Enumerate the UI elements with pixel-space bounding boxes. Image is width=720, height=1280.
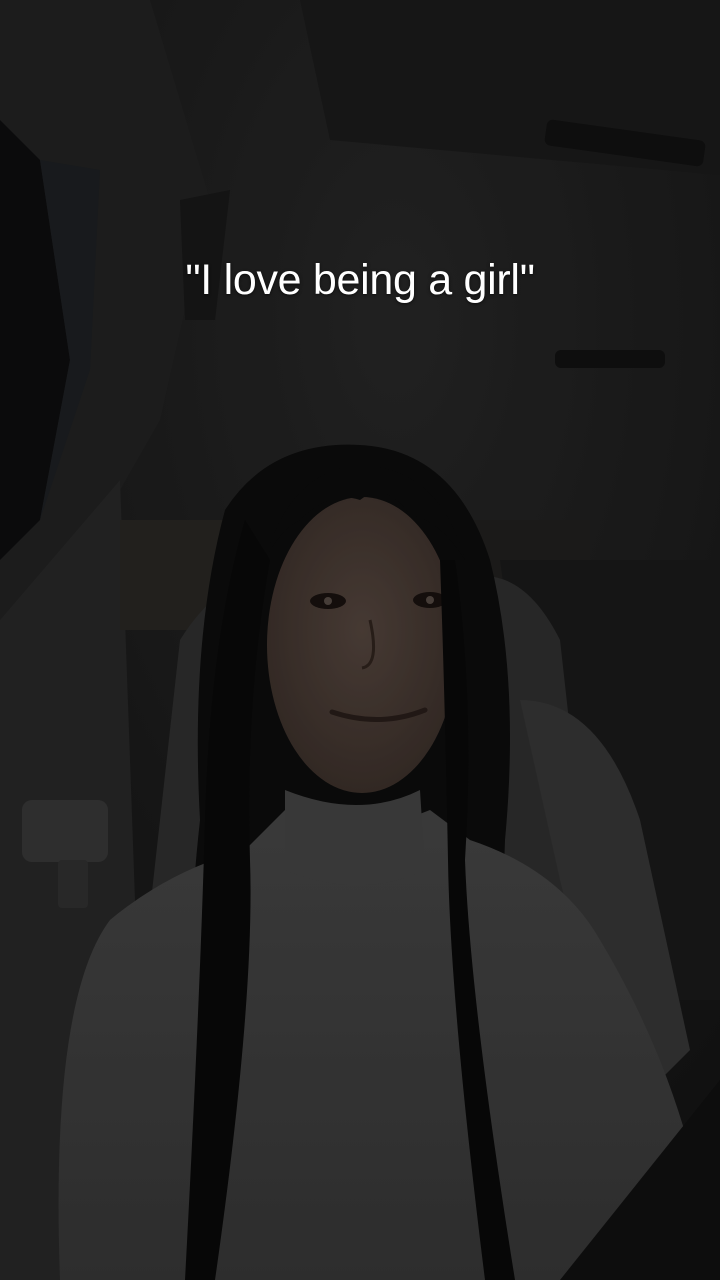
car-selfie-photo	[0, 0, 720, 1280]
video-frame[interactable]: "I love being a girl"	[0, 0, 720, 1280]
video-caption: "I love being a girl"	[185, 256, 535, 304]
